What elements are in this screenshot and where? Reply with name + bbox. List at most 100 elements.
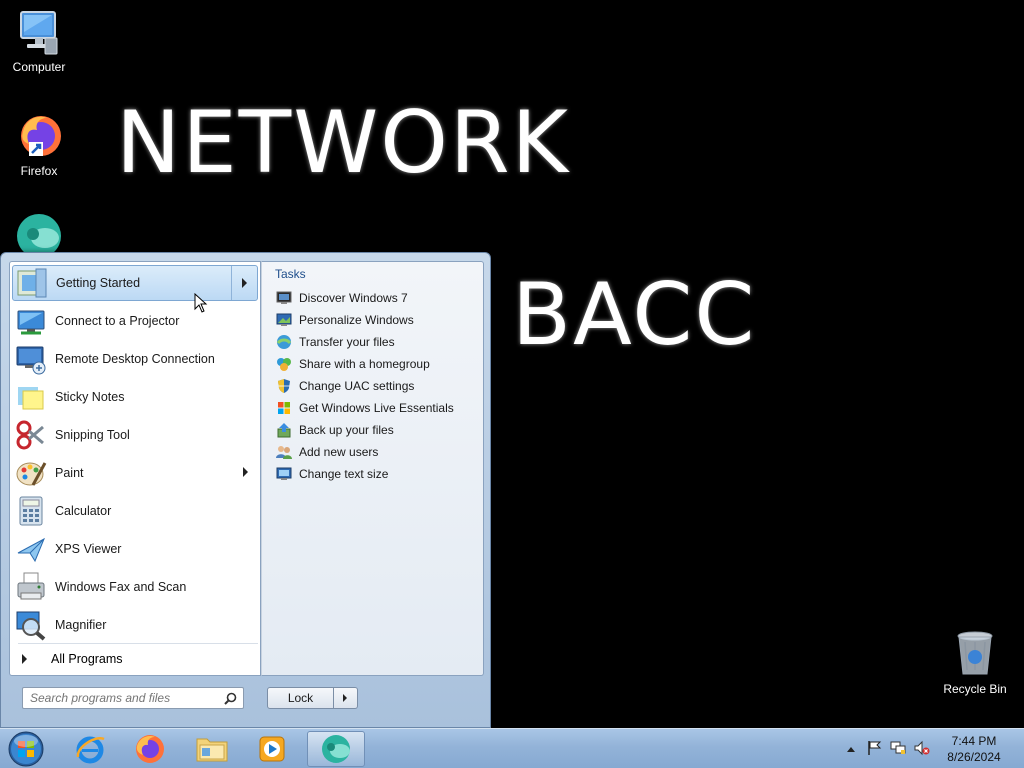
start-menu-tasks-pane: Tasks Discover Windows 7 Personalize Win… [261,261,484,676]
program-label: Windows Fax and Scan [55,580,187,594]
clock[interactable]: 7:44 PM 8/26/2024 [936,733,1012,765]
action-center-flag-icon[interactable] [866,740,882,759]
task-label: Discover Windows 7 [299,291,408,305]
task-live-essentials[interactable]: Get Windows Live Essentials [276,398,454,418]
power-options-button[interactable] [334,687,358,709]
text-size-icon [276,466,292,482]
transfer-icon [276,334,292,350]
task-transfer-files[interactable]: Transfer your files [276,332,395,352]
users-icon [276,444,292,460]
program-label: XPS Viewer [55,542,122,556]
task-add-users[interactable]: Add new users [276,442,378,462]
task-label: Share with a homegroup [299,357,430,371]
power-button-group: Lock [267,687,358,709]
recycle-bin-icon [951,630,999,678]
taskbar: 7:44 PM 8/26/2024 [0,728,1024,768]
program-remote-desktop[interactable]: Remote Desktop Connection [12,341,258,377]
lock-button[interactable]: Lock [267,687,334,709]
task-label: Back up your files [299,423,394,437]
monitor-icon [276,290,292,306]
firefox-icon [15,112,63,160]
desktop-icon-firefox[interactable]: Firefox [0,112,78,178]
program-fax-scan[interactable]: Windows Fax and Scan [12,569,258,605]
task-homegroup[interactable]: Share with a homegroup [276,354,430,374]
media-player-icon [259,736,285,762]
search-box[interactable] [22,687,244,709]
chevron-right-icon [242,278,247,288]
task-label: Personalize Windows [299,313,414,327]
program-magnifier[interactable]: Magnifier [12,607,258,643]
taskbar-media-player[interactable] [243,731,301,767]
getting-started-icon [16,267,48,299]
mouse-cursor-icon [194,293,208,313]
program-snipping-tool[interactable]: Snipping Tool [12,417,258,453]
start-menu-programs-pane: Getting Started Connect to a Projector R… [9,261,261,676]
backup-icon [276,422,292,438]
paint-icon [15,457,47,489]
start-button[interactable] [6,730,46,768]
system-tray [846,729,930,768]
all-programs-label: All Programs [51,651,123,666]
uac-shield-icon [276,378,292,394]
task-uac-settings[interactable]: Change UAC settings [276,376,414,396]
program-label: Remote Desktop Connection [55,352,215,366]
desktop-icon-recycle-bin[interactable]: Recycle Bin [936,630,1014,696]
task-personalize[interactable]: Personalize Windows [276,310,414,330]
fax-scan-icon [15,571,47,603]
program-paint[interactable]: Paint [12,455,258,491]
magnifier-icon [15,609,47,641]
taskbar-active-app[interactable] [307,731,365,767]
wallpaper-text-network: NETWORK [116,93,571,193]
taskbar-file-explorer[interactable] [183,731,241,767]
taskbar-internet-explorer[interactable] [61,731,119,767]
homegroup-icon [276,356,292,372]
desktop-icon-computer[interactable]: Computer [0,8,78,74]
computer-icon [15,8,63,56]
wallpaper-text-bacc: BACC [512,265,757,365]
chevron-right-icon[interactable] [243,467,248,477]
search-input[interactable] [30,691,220,705]
task-label: Change text size [299,467,389,481]
search-icon[interactable] [224,692,237,705]
program-getting-started[interactable]: Getting Started [12,265,258,301]
program-sticky-notes[interactable]: Sticky Notes [12,379,258,415]
remote-desktop-icon [15,343,47,375]
program-label: Sticky Notes [55,390,125,404]
program-label: Snipping Tool [55,428,130,442]
folder-icon [196,738,228,762]
program-label: Paint [55,466,84,480]
teal-sphere-icon [322,735,350,763]
projector-icon [15,305,47,337]
task-label: Transfer your files [299,335,395,349]
clock-date: 8/26/2024 [947,750,1001,764]
tasks-header: Tasks [275,267,306,281]
program-connect-projector[interactable]: Connect to a Projector [12,303,258,339]
clock-time: 7:44 PM [951,734,997,748]
task-backup-files[interactable]: Back up your files [276,420,394,440]
task-label: Add new users [299,445,379,459]
program-label: Connect to a Projector [55,314,180,328]
xps-viewer-icon [15,533,47,565]
volume-muted-icon[interactable] [914,740,930,759]
windows-flag-icon [276,400,292,416]
internet-explorer-icon [76,736,105,764]
program-label: Magnifier [55,618,107,632]
program-calculator[interactable]: Calculator [12,493,258,529]
calculator-icon [15,495,47,527]
windows-orb-icon [8,731,44,767]
program-label: Getting Started [56,276,141,290]
task-discover-windows[interactable]: Discover Windows 7 [276,288,408,308]
computer-label: Computer [12,60,66,74]
network-icon[interactable] [890,740,906,759]
task-text-size[interactable]: Change text size [276,464,388,484]
personalize-icon [276,312,292,328]
taskbar-firefox[interactable] [121,731,179,767]
firefox-icon [136,735,164,763]
chevron-right-icon [22,653,27,664]
show-hidden-icons-icon[interactable] [846,742,856,756]
sticky-notes-icon [15,381,47,413]
start-menu: Getting Started Connect to a Projector R… [0,252,491,728]
program-xps-viewer[interactable]: XPS Viewer [12,531,258,567]
program-label: Calculator [55,504,112,518]
all-programs-button[interactable]: All Programs [18,643,258,673]
